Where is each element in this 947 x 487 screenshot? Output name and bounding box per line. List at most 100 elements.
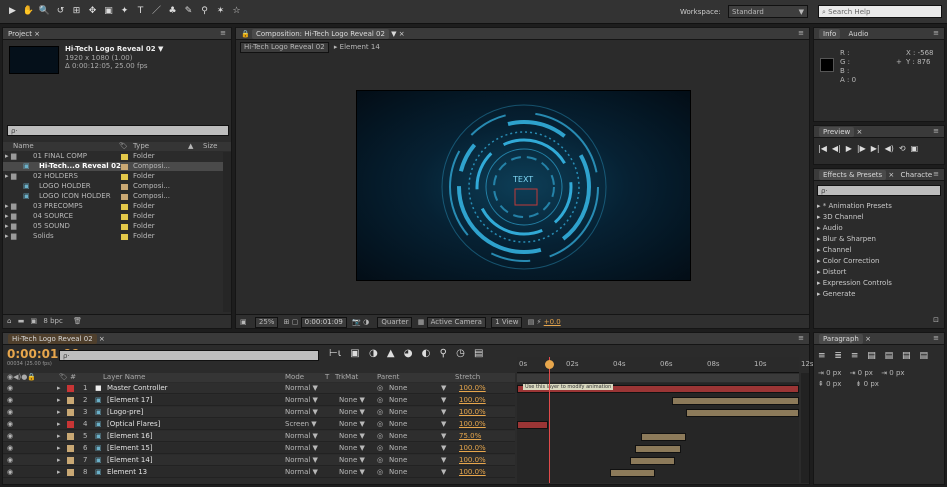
panel-menu-icon[interactable]: ≡ <box>933 170 939 178</box>
project-item[interactable]: ▣ Hi-Tech...o Reveal 02 Composi... <box>3 162 223 171</box>
disclosure-triangle-icon[interactable]: ▸ <box>3 202 11 211</box>
exposure-value[interactable]: +0.0 <box>544 318 561 326</box>
pickwhip-icon[interactable]: ◎ <box>377 419 383 430</box>
preview-control-button[interactable]: ▶ <box>846 144 852 153</box>
column-name-header[interactable]: Name <box>13 142 34 150</box>
always-preview-icon[interactable]: ▣ <box>240 318 247 326</box>
justify-center-icon[interactable]: ▤ <box>885 351 894 361</box>
trkmat-select[interactable]: None ▼ <box>339 455 365 466</box>
layer-row[interactable]: ◉ ▸ 6 ▣ [Element 15] Normal ▼ None ▼ ◎ None ▼ 100.… <box>3 443 515 454</box>
pickwhip-icon[interactable]: ◎ <box>377 431 383 442</box>
parent-select[interactable]: None <box>389 431 407 442</box>
disclosure-triangle-icon[interactable]: ▸ <box>57 431 61 442</box>
camera-select[interactable]: Active Camera <box>426 317 486 328</box>
indent-first-field[interactable]: ⇥ 0 px <box>850 369 873 377</box>
disclosure-triangle-icon[interactable]: ▸ <box>57 383 61 394</box>
chevron-down-icon[interactable]: ▼ <box>441 383 446 394</box>
frame-blending-icon[interactable]: ▲ <box>387 348 395 359</box>
layer-duration-bar[interactable] <box>635 445 681 453</box>
breadcrumb-element[interactable]: Element 14 <box>340 43 380 51</box>
tab-audio[interactable]: Audio <box>848 30 868 38</box>
effects-category[interactable]: ▸ Expression Controls <box>817 278 892 288</box>
graph-editor-icon[interactable]: ◐ <box>422 348 431 359</box>
snapshot-icon[interactable]: 📷 <box>352 318 361 326</box>
chevron-down-icon[interactable]: ▼ <box>441 407 446 418</box>
layer-label-chip[interactable] <box>67 409 74 416</box>
layer-duration-bar[interactable] <box>686 409 799 417</box>
effects-category[interactable]: ▸ * Animation Presets <box>817 201 892 211</box>
mode-header[interactable]: Mode <box>285 373 304 381</box>
disclosure-triangle-icon[interactable]: ▸ <box>3 222 11 231</box>
tool-button[interactable]: ✥ <box>86 5 99 18</box>
comp-mini-flowchart-icon[interactable]: ⊢ι <box>329 348 341 359</box>
label-color-chip[interactable] <box>121 204 128 210</box>
layer-label-chip[interactable] <box>67 445 74 452</box>
trkmat-select[interactable]: None ▼ <box>339 395 365 406</box>
tool-button[interactable]: ✋ <box>22 5 35 18</box>
blend-mode-select[interactable]: Normal ▼ <box>285 407 318 418</box>
layer-row[interactable]: ◉ ▸ 2 ▣ [Element 17] Normal ▼ None ▼ ◎ None ▼ 100.… <box>3 395 515 406</box>
visibility-eye-icon[interactable]: ◉ <box>7 395 13 406</box>
layer-duration-bar[interactable] <box>610 469 656 477</box>
tool-button[interactable]: ▶ <box>6 5 19 18</box>
label-color-chip[interactable] <box>121 154 128 160</box>
space-before-field[interactable]: ⇞ 0 px <box>818 380 841 388</box>
project-item[interactable]: ▸ ▆ Solids Folder <box>3 232 223 241</box>
parent-select[interactable]: None <box>389 383 407 394</box>
layer-duration-bar[interactable] <box>672 397 799 405</box>
fast-previews-icon[interactable]: ⚡ <box>537 318 542 326</box>
viewer-timecode[interactable]: 0:00:01:09 <box>300 317 347 328</box>
project-item[interactable]: ▣ LOGO HOLDER Composi... <box>3 182 223 191</box>
new-comp-icon[interactable]: ▣ <box>31 317 38 325</box>
tool-button[interactable]: ⚲ <box>198 5 211 18</box>
motion-blur-icon[interactable]: ◕ <box>404 348 413 359</box>
blend-mode-select[interactable]: Normal ▼ <box>285 467 318 478</box>
panel-menu-icon[interactable]: ≡ <box>798 334 804 342</box>
indent-left-field[interactable]: ⇥ 0 px <box>818 369 841 377</box>
pixel-aspect-icon[interactable]: ▤ <box>528 318 535 326</box>
tool-button[interactable]: T <box>134 5 147 18</box>
tool-button[interactable]: ／ <box>150 5 163 18</box>
project-item[interactable]: ▸ ▆ 04 SOURCE Folder <box>3 212 223 221</box>
timeline-search-input[interactable]: ρ· <box>59 350 319 361</box>
disclosure-triangle-icon[interactable]: ▸ <box>57 443 61 454</box>
trash-icon[interactable]: 🗑 <box>73 317 82 325</box>
timeline-scrollbar[interactable] <box>801 373 809 483</box>
tool-button[interactable]: ▣ <box>102 5 115 18</box>
justify-all-icon[interactable]: ▤ <box>919 351 928 361</box>
playhead-handle-icon[interactable] <box>544 360 554 369</box>
preview-control-button[interactable]: |▶ <box>857 144 866 153</box>
new-preset-icon[interactable]: ⊡ <box>933 316 939 324</box>
layer-name-header[interactable]: Layer Name <box>103 373 145 381</box>
stretch-value[interactable]: 100.0% <box>459 443 486 454</box>
disclosure-triangle-icon[interactable]: ▸ <box>3 232 11 241</box>
new-folder-icon[interactable]: ▬ <box>18 317 25 325</box>
label-color-chip[interactable] <box>121 184 128 190</box>
layer-duration-bar[interactable] <box>641 433 687 441</box>
preview-control-button[interactable]: ▶| <box>871 144 880 153</box>
trkmat-select[interactable]: None ▼ <box>339 407 365 418</box>
visibility-eye-icon[interactable]: ◉ <box>7 467 13 478</box>
project-item[interactable]: ▸ ▆ 02 HOLDERS Folder <box>3 172 223 181</box>
preview-panel-tab[interactable]: Preview × ≡ <box>814 126 944 138</box>
layer-name[interactable]: [Logo-pre] <box>107 407 143 418</box>
grid-icon[interactable]: ⊞ <box>284 318 290 326</box>
space-after-field[interactable]: ⇟ 0 px <box>856 380 879 388</box>
align-right-icon[interactable]: ≡ <box>851 351 859 361</box>
label-color-chip[interactable] <box>121 164 128 170</box>
justify-right-icon[interactable]: ▤ <box>902 351 911 361</box>
stretch-value[interactable]: 100.0% <box>459 407 486 418</box>
justify-left-icon[interactable]: ▤ <box>867 351 876 361</box>
layer-label-chip[interactable] <box>67 469 74 476</box>
column-size-header[interactable]: Size <box>203 142 217 150</box>
tool-button[interactable]: ⊞ <box>70 5 83 18</box>
preview-control-button[interactable]: ◀| <box>832 144 841 153</box>
blend-mode-select[interactable]: Normal ▼ <box>285 395 318 406</box>
trkmat-select[interactable]: None ▼ <box>339 419 365 430</box>
pickwhip-icon[interactable]: ◎ <box>377 383 383 394</box>
panel-menu-icon[interactable]: ≡ <box>798 29 804 37</box>
stretch-value[interactable]: 100.0% <box>459 395 486 406</box>
effects-category[interactable]: ▸ Generate <box>817 289 855 299</box>
tool-button[interactable]: ✦ <box>118 5 131 18</box>
parent-select[interactable]: None <box>389 455 407 466</box>
